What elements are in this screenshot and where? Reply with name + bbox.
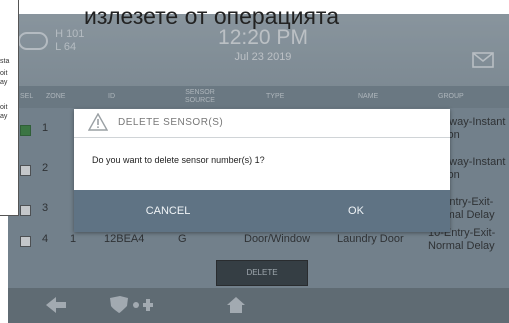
panel-screen: H 101 L 64 12:20 PM Jul 23 2019 SEL ZONE… [8,14,509,323]
caption-text: излезете от операцията [84,3,339,29]
side-stub-text: ay [0,113,8,120]
dialog-message: Do you want to delete sensor number(s) 1… [92,155,265,165]
delete-sensor-dialog: DELETE SENSOR(S) Do you want to delete s… [74,109,450,232]
side-stub-text: oit [0,70,8,77]
side-stub-text: sta [0,58,10,65]
warning-icon [87,112,109,135]
dialog-title: DELETE SENSOR(S) [118,117,224,128]
side-stub-text: ay [0,79,8,86]
dialog-actions: CANCEL OK [74,190,450,232]
dialog-title-bar: DELETE SENSOR(S) [74,109,450,138]
side-stub-text: oit [0,104,8,111]
cancel-button[interactable]: CANCEL [74,190,262,232]
ok-button[interactable]: OK [262,190,450,232]
